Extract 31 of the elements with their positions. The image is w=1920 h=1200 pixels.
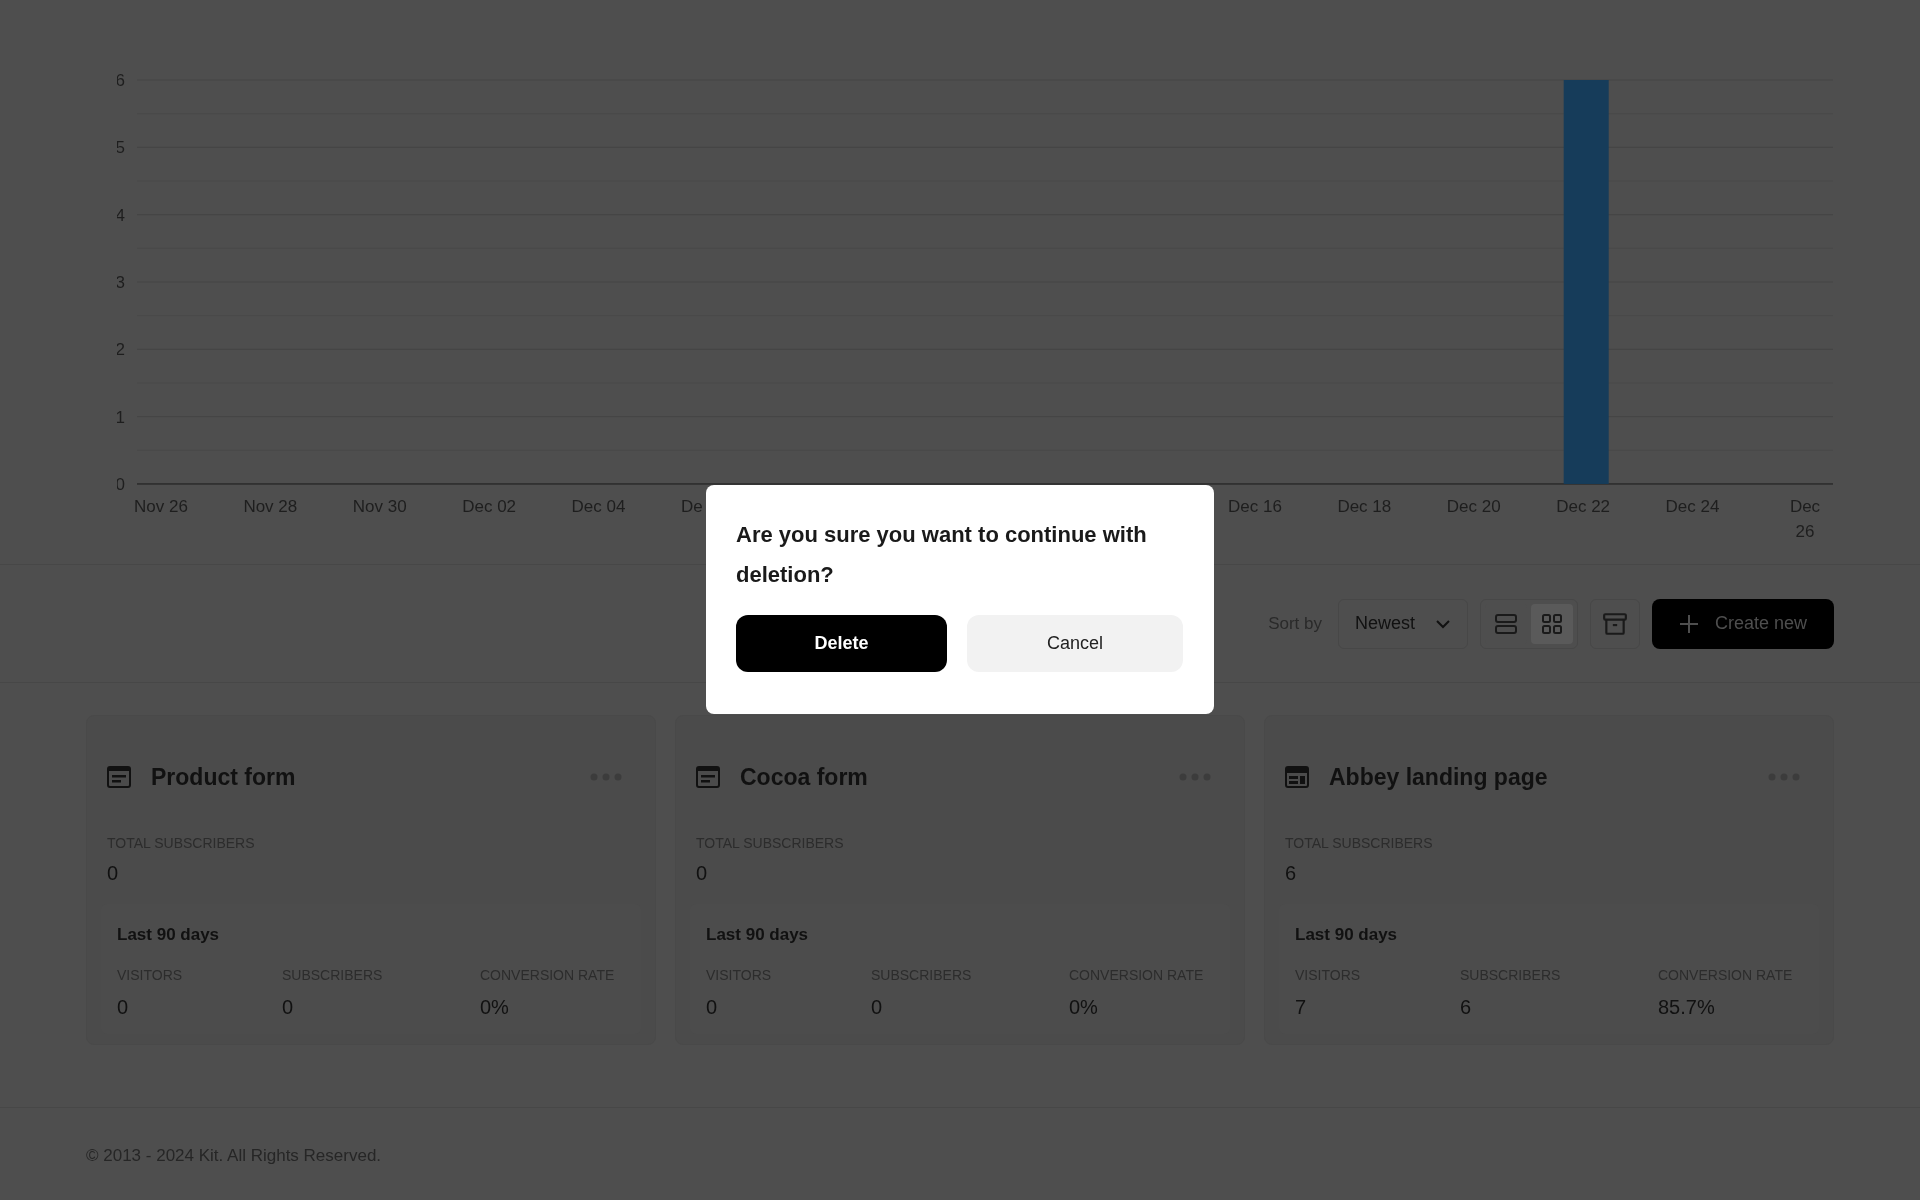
stat-value: 0%: [1069, 995, 1098, 1020]
cancel-button[interactable]: Cancel: [967, 615, 1183, 672]
stat-value: 0: [117, 995, 129, 1020]
total-value: 0: [696, 860, 708, 886]
card-title: Cocoa form: [740, 763, 868, 792]
stat-value: 0%: [480, 995, 509, 1020]
chevron-down-icon: [1435, 618, 1451, 629]
grid-icon: [1540, 611, 1564, 636]
stat-value: 7: [1295, 995, 1307, 1020]
grid-view-button[interactable]: [1531, 603, 1573, 644]
stat-value: 85.7%: [1658, 995, 1715, 1020]
rows-icon: [1494, 611, 1518, 636]
total-value: 6: [1285, 860, 1297, 886]
stat-value: 0: [706, 995, 718, 1020]
period-label: Last 90 days: [1295, 923, 1398, 946]
card-title: Abbey landing page: [1329, 763, 1548, 792]
form-icon: [107, 766, 131, 789]
stat-value: 0: [282, 995, 294, 1020]
plus-icon: [1678, 613, 1699, 634]
stat-value: 0: [871, 995, 883, 1020]
card-title: Product form: [151, 763, 296, 792]
period-label: Last 90 days: [117, 923, 220, 946]
period-label: Last 90 days: [706, 923, 809, 946]
stat-value: 6: [1460, 995, 1472, 1020]
dialog-message: Are you sure you want to continue with deletion?: [736, 521, 1148, 589]
total-value: 0: [107, 860, 119, 886]
form-icon: [696, 766, 720, 789]
layout-icon: [1285, 766, 1309, 789]
archive-button[interactable]: [1590, 598, 1640, 649]
archive-box-icon: [1602, 610, 1628, 637]
delete-button[interactable]: Delete: [736, 615, 947, 672]
